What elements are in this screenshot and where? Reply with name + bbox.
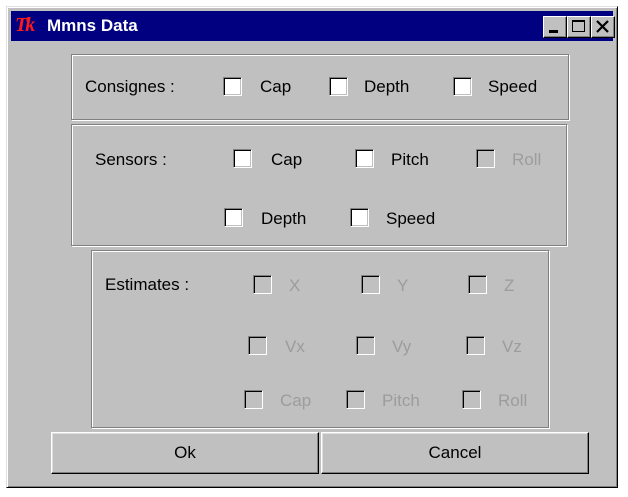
estimates-pitch-checkbox (346, 390, 365, 409)
consignes-speed-checkbox[interactable] (453, 77, 472, 96)
estimates-x-label: X (289, 276, 301, 295)
estimates-z-checkbox (468, 275, 487, 294)
minimize-icon (549, 30, 558, 33)
sensors-depth-label: Depth (261, 209, 307, 228)
estimates-y-label: Y (397, 276, 409, 295)
consignes-cap-label: Cap (260, 77, 292, 96)
close-icon (596, 20, 609, 33)
sensors-group (71, 124, 567, 246)
sensors-roll-label: Roll (512, 150, 542, 169)
cancel-button[interactable]: Cancel (321, 432, 589, 474)
maximize-icon (572, 20, 585, 32)
ok-button[interactable]: Ok (51, 432, 319, 474)
estimates-roll-label: Roll (498, 391, 528, 410)
consignes-speed-label: Speed (488, 77, 538, 96)
estimates-cap-checkbox (244, 390, 263, 409)
sensors-depth-checkbox[interactable] (224, 208, 243, 227)
sensors-cap-checkbox[interactable] (233, 149, 252, 168)
estimates-y-checkbox (361, 275, 380, 294)
estimates-cap-label: Cap (280, 391, 312, 410)
estimates-roll-checkbox (462, 390, 481, 409)
estimates-x-checkbox (253, 275, 272, 294)
sensors-pitch-label: Pitch (391, 150, 429, 169)
consignes-depth-checkbox[interactable] (329, 77, 348, 96)
estimates-vx-checkbox (248, 336, 267, 355)
estimates-vy-checkbox (356, 336, 375, 355)
estimates-vz-label: Vz (502, 337, 522, 356)
consignes-cap-checkbox[interactable] (223, 77, 242, 96)
sensors-pitch-checkbox[interactable] (355, 149, 374, 168)
estimates-pitch-label: Pitch (382, 391, 420, 410)
sensors-speed-label: Speed (386, 209, 436, 228)
window-title: Mmns Data (47, 16, 138, 35)
title-bar[interactable]: Tk Mmns Data (11, 11, 615, 41)
minimize-button[interactable] (543, 16, 567, 38)
close-button[interactable] (591, 16, 615, 38)
estimates-vx-label: Vx (285, 337, 305, 356)
estimates-vy-label: Vy (392, 337, 412, 356)
sensors-roll-checkbox (476, 149, 495, 168)
estimates-z-label: Z (504, 276, 515, 295)
maximize-button[interactable] (567, 16, 591, 38)
estimates-label: Estimates : (105, 275, 190, 294)
sensors-cap-label: Cap (271, 150, 303, 169)
sensors-label: Sensors : (95, 150, 167, 169)
tk-logo-icon: Tk (15, 14, 35, 36)
consignes-label: Consignes : (85, 77, 175, 96)
sensors-speed-checkbox[interactable] (350, 208, 369, 227)
consignes-depth-label: Depth (364, 77, 410, 96)
estimates-vz-checkbox (466, 336, 485, 355)
